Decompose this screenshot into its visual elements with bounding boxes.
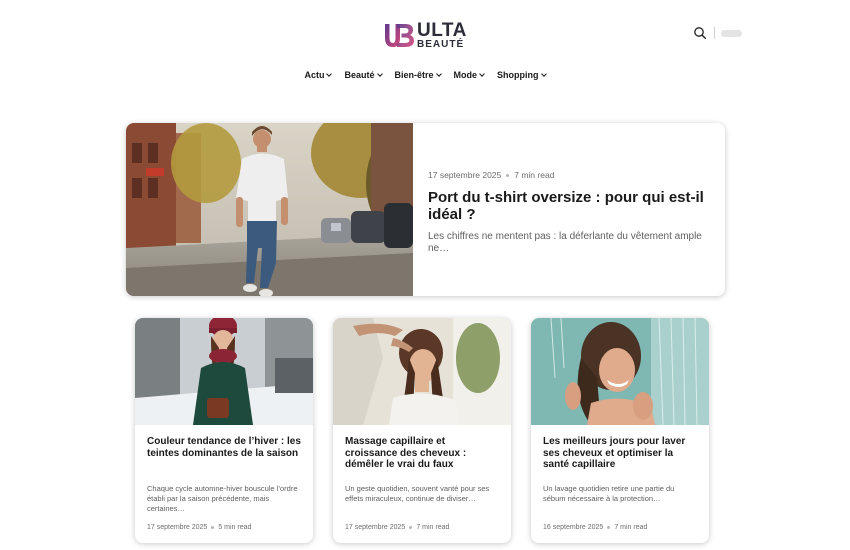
article-excerpt: Chaque cycle automne-hiver bouscule l’or… (147, 484, 298, 513)
header-actions (693, 26, 742, 40)
read-time: 7 min read (514, 170, 555, 180)
read-time: 5 min read (218, 524, 252, 531)
logo-text-ulta: ULTA (417, 19, 467, 41)
article-date: 16 septembre 2025 (543, 524, 604, 531)
logo-mark-icon (385, 24, 414, 47)
article-title[interactable]: Massage capillaire et croissance des che… (345, 436, 499, 474)
main-nav: Actu Beauté Bien-être Mode Shopping (0, 70, 850, 80)
meta-separator (409, 526, 413, 529)
article-card-body: Couleur tendance de l’hiver : les teinte… (135, 425, 313, 531)
article-image[interactable] (531, 318, 709, 425)
featured-article-image[interactable] (126, 123, 413, 296)
featured-article-body: 17 septembre 2025 7 min read Port du t-s… (413, 123, 725, 296)
logo-text-beaute: BEAUTÉ (417, 38, 465, 50)
nav-item-mode[interactable]: Mode (454, 70, 485, 80)
meta-separator (211, 526, 215, 529)
article-card-body: Les meilleurs jours pour laver ses cheve… (531, 425, 709, 531)
nav-item-beaute[interactable]: Beauté (344, 70, 383, 80)
chevron-down-icon (376, 70, 383, 77)
article-image[interactable] (135, 318, 313, 425)
search-icon[interactable] (693, 26, 707, 40)
chevron-down-icon (479, 70, 485, 77)
article-title[interactable]: Les meilleurs jours pour laver ses cheve… (543, 436, 697, 474)
article-meta: 17 septembre 2025 7 min read (345, 524, 499, 531)
article-meta: 16 septembre 2025 7 min read (543, 524, 697, 531)
nav-item-actu[interactable]: Actu (304, 70, 333, 80)
featured-article-excerpt: Les chiffres ne mentent pas : la déferla… (428, 231, 702, 254)
nav-label: Bien-être (394, 70, 434, 80)
nav-label: Shopping (497, 70, 539, 80)
featured-article-title[interactable]: Port du t-shirt oversize : pour qui est-… (428, 189, 711, 223)
meta-separator (607, 526, 611, 529)
article-card[interactable]: Couleur tendance de l’hiver : les teinte… (135, 318, 313, 543)
chevron-down-icon (540, 70, 547, 77)
chevron-down-icon (326, 70, 333, 77)
article-excerpt: Un geste quotidien, souvent vanté pour s… (345, 484, 490, 503)
site-logo[interactable]: ULTA BEAUTÉ (383, 20, 469, 50)
chevron-down-icon (435, 70, 442, 77)
read-time: 7 min read (614, 524, 648, 531)
article-title[interactable]: Couleur tendance de l’hiver : les teinte… (147, 436, 301, 474)
article-image[interactable] (333, 318, 511, 425)
nav-item-shopping[interactable]: Shopping (497, 70, 547, 80)
article-card-body: Massage capillaire et croissance des che… (333, 425, 511, 531)
article-date: 17 septembre 2025 (345, 524, 406, 531)
article-card[interactable]: Massage capillaire et croissance des che… (333, 318, 511, 543)
nav-label: Beauté (344, 70, 375, 80)
featured-article-card[interactable]: 17 septembre 2025 7 min read Port du t-s… (126, 123, 725, 296)
nav-label: Mode (453, 70, 478, 80)
article-excerpt: Un lavage quotidien retire une partie du… (543, 484, 675, 503)
article-meta: 17 septembre 2025 5 min read (147, 524, 301, 531)
article-date: 17 septembre 2025 (147, 524, 208, 531)
article-card[interactable]: Les meilleurs jours pour laver ses cheve… (531, 318, 709, 543)
header-divider (714, 27, 715, 39)
read-time: 7 min read (416, 524, 450, 531)
account-toggle[interactable] (721, 29, 742, 37)
meta-separator (506, 173, 510, 177)
featured-meta: 17 septembre 2025 7 min read (428, 170, 711, 180)
article-date: 17 septembre 2025 (428, 170, 502, 180)
nav-label: Actu (304, 70, 325, 80)
nav-item-bien-etre[interactable]: Bien-être (394, 70, 442, 80)
